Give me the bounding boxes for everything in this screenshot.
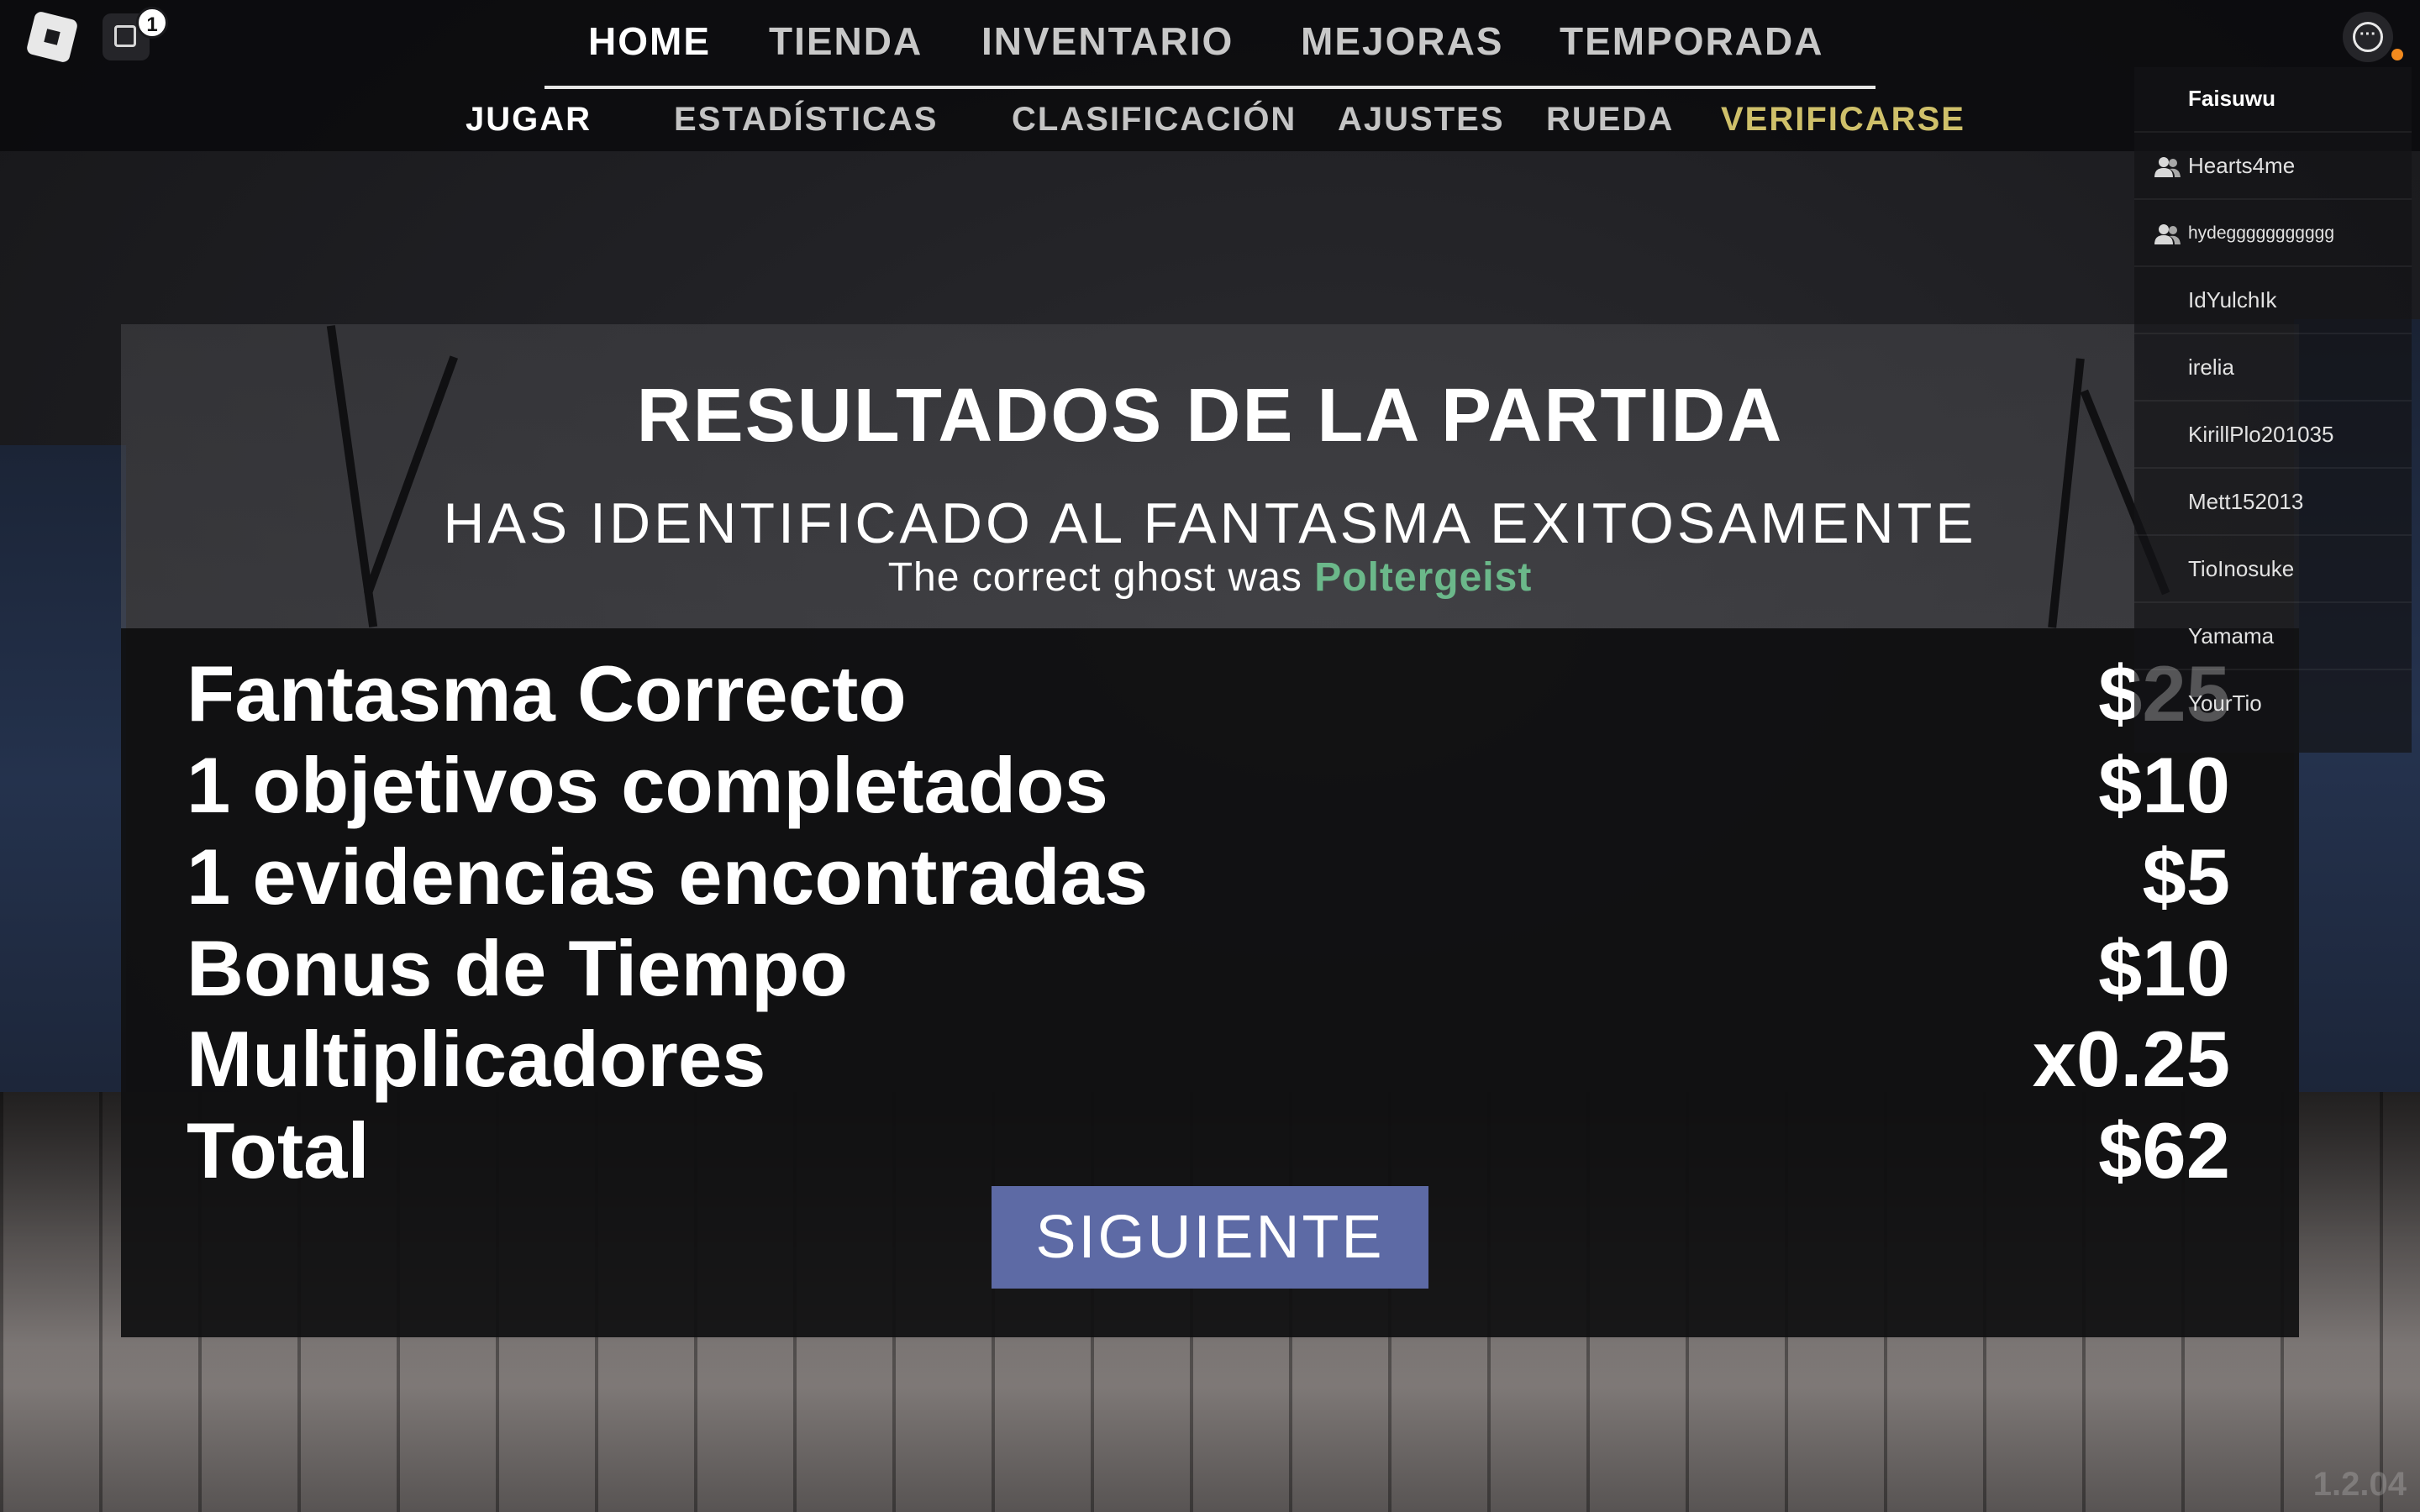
- reward-value: x0.25: [2032, 1015, 2230, 1103]
- player-list-item[interactable]: YourTio: [2134, 672, 2412, 738]
- nav-tab-tienda[interactable]: TIENDA: [769, 18, 923, 74]
- reward-label: 1 evidencias encontradas: [187, 832, 1149, 921]
- results-title: RESULTADOS DE LA PARTIDA: [636, 374, 1784, 458]
- player-list-item[interactable]: Faisuwu: [2134, 67, 2412, 133]
- total-value: $62: [2098, 1106, 2230, 1194]
- subnav-estadisticas[interactable]: ESTADÍSTICAS: [674, 101, 938, 148]
- player-list-item[interactable]: TioInosuke: [2134, 538, 2412, 603]
- player-list-item[interactable]: IdYulchIk: [2134, 269, 2412, 334]
- friends-icon: [2154, 157, 2181, 177]
- total-label: Total: [187, 1106, 370, 1194]
- wall-left: [0, 445, 126, 1117]
- roblox-logo-icon[interactable]: [25, 10, 79, 64]
- subnav-ajustes[interactable]: AJUSTES: [1338, 101, 1505, 148]
- subnav-clasificacion[interactable]: CLASIFICACIÓN: [1012, 101, 1297, 148]
- player-name: Mett152013: [2188, 489, 2304, 514]
- menu-notification-dot: [2391, 49, 2403, 60]
- player-list: Faisuwu Hearts4me hydeggggggggggg IdYulc…: [2134, 67, 2412, 753]
- subnav-verificarse[interactable]: VERIFICARSE: [1721, 101, 1965, 148]
- friends-icon: [2154, 224, 2181, 244]
- player-name: IdYulchIk: [2188, 287, 2277, 312]
- next-button[interactable]: SIGUIENTE: [992, 1186, 1428, 1289]
- reward-value: $10: [2098, 741, 2230, 829]
- correct-ghost-prefix: The correct ghost was: [887, 555, 1315, 600]
- nav-tab-mejoras[interactable]: MEJORAS: [1301, 18, 1503, 74]
- player-name: KirillPlo201035: [2188, 422, 2334, 447]
- reward-label: Multiplicadores: [187, 1015, 766, 1103]
- ellipsis-icon: ···: [2353, 22, 2383, 52]
- reward-label: 1 objetivos completados: [187, 741, 1108, 829]
- chat-icon: [114, 25, 136, 47]
- reward-value: $10: [2098, 924, 2230, 1012]
- player-list-item[interactable]: Yamama: [2134, 605, 2412, 670]
- more-menu-button[interactable]: ···: [2343, 12, 2393, 62]
- reward-value: $5: [2142, 832, 2230, 921]
- subnav-jugar[interactable]: JUGAR: [466, 101, 592, 148]
- player-list-item[interactable]: Hearts4me: [2134, 134, 2412, 200]
- player-name: Faisuwu: [2188, 86, 2276, 111]
- nav-tab-home[interactable]: HOME: [588, 18, 711, 74]
- reward-label: Bonus de Tiempo: [187, 924, 848, 1012]
- reward-label: Fantasma Correcto: [187, 649, 907, 738]
- player-list-item[interactable]: KirillPlo201035: [2134, 403, 2412, 469]
- player-list-item[interactable]: hydeggggggggggg: [2134, 202, 2412, 267]
- top-bar: 1 HOME TIENDA INVENTARIO MEJORAS TEMPORA…: [0, 0, 2420, 151]
- correct-ghost-line: The correct ghost was Poltergeist: [121, 554, 2299, 601]
- chat-notification-badge: 1: [136, 7, 168, 39]
- subnav-rueda[interactable]: RUEDA: [1546, 101, 1674, 148]
- nav-divider: [544, 86, 1876, 89]
- player-name: irelia: [2188, 354, 2234, 380]
- results-subtitle: HAS IDENTIFICADO AL FANTASMA EXITOSAMENT…: [443, 491, 1977, 555]
- player-list-item[interactable]: Mett152013: [2134, 470, 2412, 536]
- player-name: hydeggggggggggg: [2188, 223, 2335, 243]
- player-list-item[interactable]: irelia: [2134, 336, 2412, 402]
- player-name: TioInosuke: [2188, 556, 2295, 581]
- nav-tab-inventario[interactable]: INVENTARIO: [981, 18, 1234, 74]
- nav-tab-temporada[interactable]: TEMPORADA: [1560, 18, 1823, 74]
- player-name: YourTio: [2188, 690, 2262, 716]
- correct-ghost-name: Poltergeist: [1314, 555, 1533, 600]
- version-label: 1.2.04: [2312, 1466, 2407, 1503]
- player-name: Hearts4me: [2188, 153, 2296, 178]
- player-name: Yamama: [2188, 623, 2275, 648]
